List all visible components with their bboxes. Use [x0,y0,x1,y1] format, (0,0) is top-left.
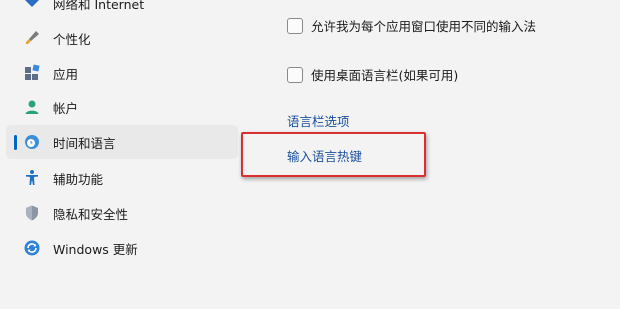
network-icon [25,0,39,7]
sidebar-item-label: 时间和语言 [53,135,116,151]
desktop-language-bar-checkbox[interactable] [287,66,303,83]
privacy-shield-icon [26,205,38,221]
sidebar-item-label: 个性化 [53,31,91,47]
account-person-icon [25,100,39,114]
time-language-icon [25,135,39,149]
settings-sidebar: 网络和 Internet 个性化 应用 帐户 时间和语言 辅助功能 隐私和安全性… [0,0,238,309]
personalization-brush-icon [26,31,39,44]
sidebar-item-label: 辅助功能 [53,171,104,187]
sidebar-item-label: 网络和 Internet [53,0,145,12]
apps-icon [25,64,40,80]
accessibility-icon [26,170,38,185]
sidebar-item-time-language[interactable]: 时间和语言 [6,125,238,159]
sidebar-item-label: Windows 更新 [53,241,138,257]
per-app-input-method-option[interactable]: 允许我为每个应用窗口使用不同的输入法 [287,16,536,35]
sidebar-item-apps[interactable]: 应用 [6,56,238,90]
sidebar-item-personalization[interactable]: 个性化 [6,21,238,55]
selection-indicator [14,135,17,150]
sidebar-item-label: 帐户 [53,100,79,116]
per-app-input-method-checkbox[interactable] [287,17,303,34]
highlight-annotation-box [241,132,426,177]
sidebar-item-accounts[interactable]: 帐户 [6,90,238,124]
desktop-language-bar-option[interactable]: 使用桌面语言栏(如果可用) [287,65,458,84]
sidebar-item-label: 应用 [53,66,79,82]
sidebar-item-privacy[interactable]: 隐私和安全性 [6,196,238,230]
per-app-input-method-label: 允许我为每个应用窗口使用不同的输入法 [311,19,537,34]
desktop-language-bar-label: 使用桌面语言栏(如果可用) [311,68,459,83]
sidebar-item-network[interactable]: 网络和 Internet [6,0,238,20]
windows-update-icon [24,240,40,256]
sidebar-item-accessibility[interactable]: 辅助功能 [6,161,238,195]
sidebar-item-label: 隐私和安全性 [53,206,129,222]
language-bar-options-link[interactable]: 语言栏选项 [287,111,350,130]
sidebar-item-windows-update[interactable]: Windows 更新 [6,231,238,265]
